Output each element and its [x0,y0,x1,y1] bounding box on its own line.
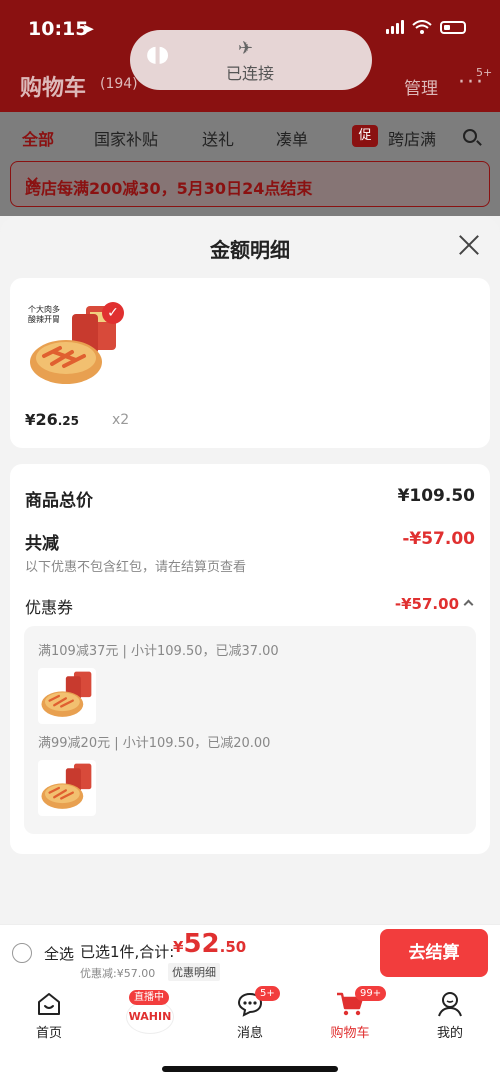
price-detail-card: 商品总价 ¥109.50 共减 -¥57.00 以下优惠不包含红包，请在结算页查… [10,464,490,854]
discount-detail-link[interactable]: 优惠明细 [168,963,220,981]
tab-cross-store[interactable]: 跨店满 [388,126,436,150]
promo-notice: 跨店每满200减30，5月30日24点结束 ✕ [10,161,490,207]
svg-text:酸辣开胃: 酸辣开胃 [28,314,60,324]
tab-all[interactable]: 全部 [22,126,54,150]
more-badge: 5+ [476,66,493,79]
select-all-radio[interactable] [12,943,32,963]
live-logo: WAHIN [126,1000,174,1034]
product-quantity: x2 [112,412,130,428]
toast-label: 已连接 [226,64,275,83]
total-value: ¥109.50 [397,486,475,506]
product-price: ¥26.25 [25,410,79,429]
tab-live[interactable]: WAHIN 直播中 [115,990,185,1036]
checkout-button[interactable]: 去结算 [380,929,488,977]
select-all-label[interactable]: 全选 [44,943,74,964]
cart-filter-tabs: 全部 国家补贴 送礼 凑单 促 跨店满 [0,112,500,160]
tab-profile-label: 我的 [436,1026,463,1041]
wifi-icon [412,20,432,34]
promo-tag: 促 [352,125,378,147]
coupon-line: 满99减20元 | 小计109.50，已减20.00 [38,736,271,751]
location-arrow-icon: ➤ [82,20,95,38]
close-icon[interactable] [458,234,480,256]
reduce-label: 共减 [25,534,59,554]
user-icon [438,992,462,1017]
coupon-label: 优惠券 [25,598,74,617]
status-icons [386,20,466,34]
live-badge: 直播中 [129,990,169,1005]
total-price: ¥52.50 [173,929,247,959]
signal-icon [386,20,404,34]
tab-messages-label: 消息 [236,1026,263,1041]
status-time: 10:15 [28,18,89,40]
airpods-toast: ◖◗ ✈ 已连接 [130,30,372,90]
checkout-bar: 全选 已选1件,合计: ¥52.50 优惠减:¥57.00 优惠明细 去结算 [0,924,500,982]
coupon-product-thumb [38,760,96,816]
total-label: 商品总价 [25,491,93,511]
tab-bundle[interactable]: 凑单 [276,126,308,150]
cart-count: (194) [100,76,138,92]
tab-cart-label: 购物车 [330,1026,370,1041]
discount-amount: 优惠减:¥57.00 [80,967,156,980]
tab-cart[interactable]: 99+ 购物车 [315,986,387,1041]
tab-messages[interactable]: 5+ 消息 [215,986,285,1041]
close-icon[interactable]: ✕ [25,173,479,194]
svg-text:个大肉多: 个大肉多 [28,304,60,314]
selected-check-icon[interactable]: ✓ [102,302,124,324]
manage-button[interactable]: 管理 [404,74,438,99]
sheet-title: 金额明细 [210,238,290,262]
cart-title: 购物车 [20,76,87,101]
coupon-value[interactable]: -¥57.00 [395,595,474,613]
home-indicator [162,1066,338,1072]
tab-gift[interactable]: 送礼 [202,126,234,150]
chevron-up-icon [463,599,474,610]
tab-home-label: 首页 [35,1026,62,1041]
search-icon[interactable] [463,129,477,143]
discount-note: 以下优惠不包含红包，请在结算页查看 [25,560,247,575]
tab-profile[interactable]: 我的 [415,990,485,1041]
coupon-product-thumb [38,668,96,724]
amount-detail-sheet: 金额明细 个大肉多 酸辣开胃 ✓ ¥26.25 x2 商品总价 ¥109.50 … [0,216,500,924]
coupon-line: 满109减37元 | 小计109.50，已减37.00 [38,644,279,659]
product-card: 个大肉多 酸辣开胃 ✓ ¥26.25 x2 [10,278,490,448]
tab-home[interactable]: 首页 [14,990,84,1041]
airpods-icon: ◖◗ [146,42,170,67]
notice-area: 跨店每满200减30，5月30日24点结束 ✕ [0,160,500,216]
messages-badge: 5+ [255,986,280,1001]
live-logo-text: WAHIN [128,1010,172,1023]
cart-badge: 99+ [355,986,387,1001]
tab-national-subsidy[interactable]: 国家补贴 [94,126,158,150]
home-icon [38,993,60,1015]
airplane-icon: ✈ [238,38,254,59]
battery-icon [440,20,466,34]
summary-text: 已选1件,合计: [80,943,175,961]
reduce-value: -¥57.00 [402,529,475,549]
coupon-list: 满109减37元 | 小计109.50，已减37.00 满99减20元 | 小计… [24,626,476,834]
